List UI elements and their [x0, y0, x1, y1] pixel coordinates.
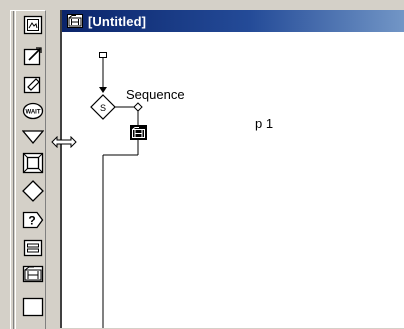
framework-icon	[22, 152, 44, 174]
flowchart-window: [Untitled] S Sequence p 1	[60, 10, 404, 328]
wait-icon-button[interactable]: WAIT	[21, 99, 45, 123]
animation-icon	[23, 47, 42, 66]
path-label[interactable]: p 1	[255, 116, 273, 131]
flowline-canvas[interactable]: S Sequence p 1	[62, 32, 404, 328]
branch-connector[interactable]	[133, 102, 143, 112]
navigate-icon	[22, 130, 44, 145]
display-icon-button[interactable]	[21, 13, 45, 37]
palette-splitter[interactable]	[46, 10, 60, 328]
wait-icon: WAIT	[22, 102, 44, 120]
svg-text:?: ?	[28, 214, 35, 228]
more-tools-icon-button[interactable]	[21, 294, 45, 318]
decision-icon	[22, 180, 44, 202]
decision-icon-button[interactable]	[21, 179, 45, 203]
flowline-start-marker[interactable]	[99, 52, 107, 58]
sequence-decision-icon[interactable]: S	[90, 94, 116, 120]
animation-icon-button[interactable]	[21, 44, 45, 68]
navigate-icon-button[interactable]	[21, 125, 45, 149]
resize-cursor-icon	[51, 136, 77, 148]
path-map-icon[interactable]	[130, 125, 147, 140]
window-title: [Untitled]	[88, 13, 147, 29]
decision-label[interactable]: Sequence	[126, 87, 185, 102]
calculation-icon-button[interactable]	[21, 236, 45, 260]
display-icon	[23, 15, 43, 35]
palette-grip[interactable]	[13, 11, 16, 329]
more-tools-icon	[22, 297, 44, 317]
svg-text:WAIT: WAIT	[26, 110, 41, 116]
map-icon	[22, 265, 44, 283]
erase-icon	[23, 76, 41, 94]
map-icon	[67, 14, 83, 28]
erase-icon-button[interactable]	[21, 72, 45, 96]
interaction-icon: ?	[22, 211, 44, 229]
map-icon-button[interactable]	[21, 262, 45, 286]
window-titlebar[interactable]: [Untitled]	[62, 10, 404, 32]
calculation-icon	[23, 239, 43, 257]
decision-symbol: S	[100, 103, 106, 113]
framework-icon-button[interactable]	[21, 151, 45, 175]
interaction-icon-button[interactable]: ?	[21, 208, 45, 232]
icon-palette: WAIT ?	[10, 10, 46, 329]
